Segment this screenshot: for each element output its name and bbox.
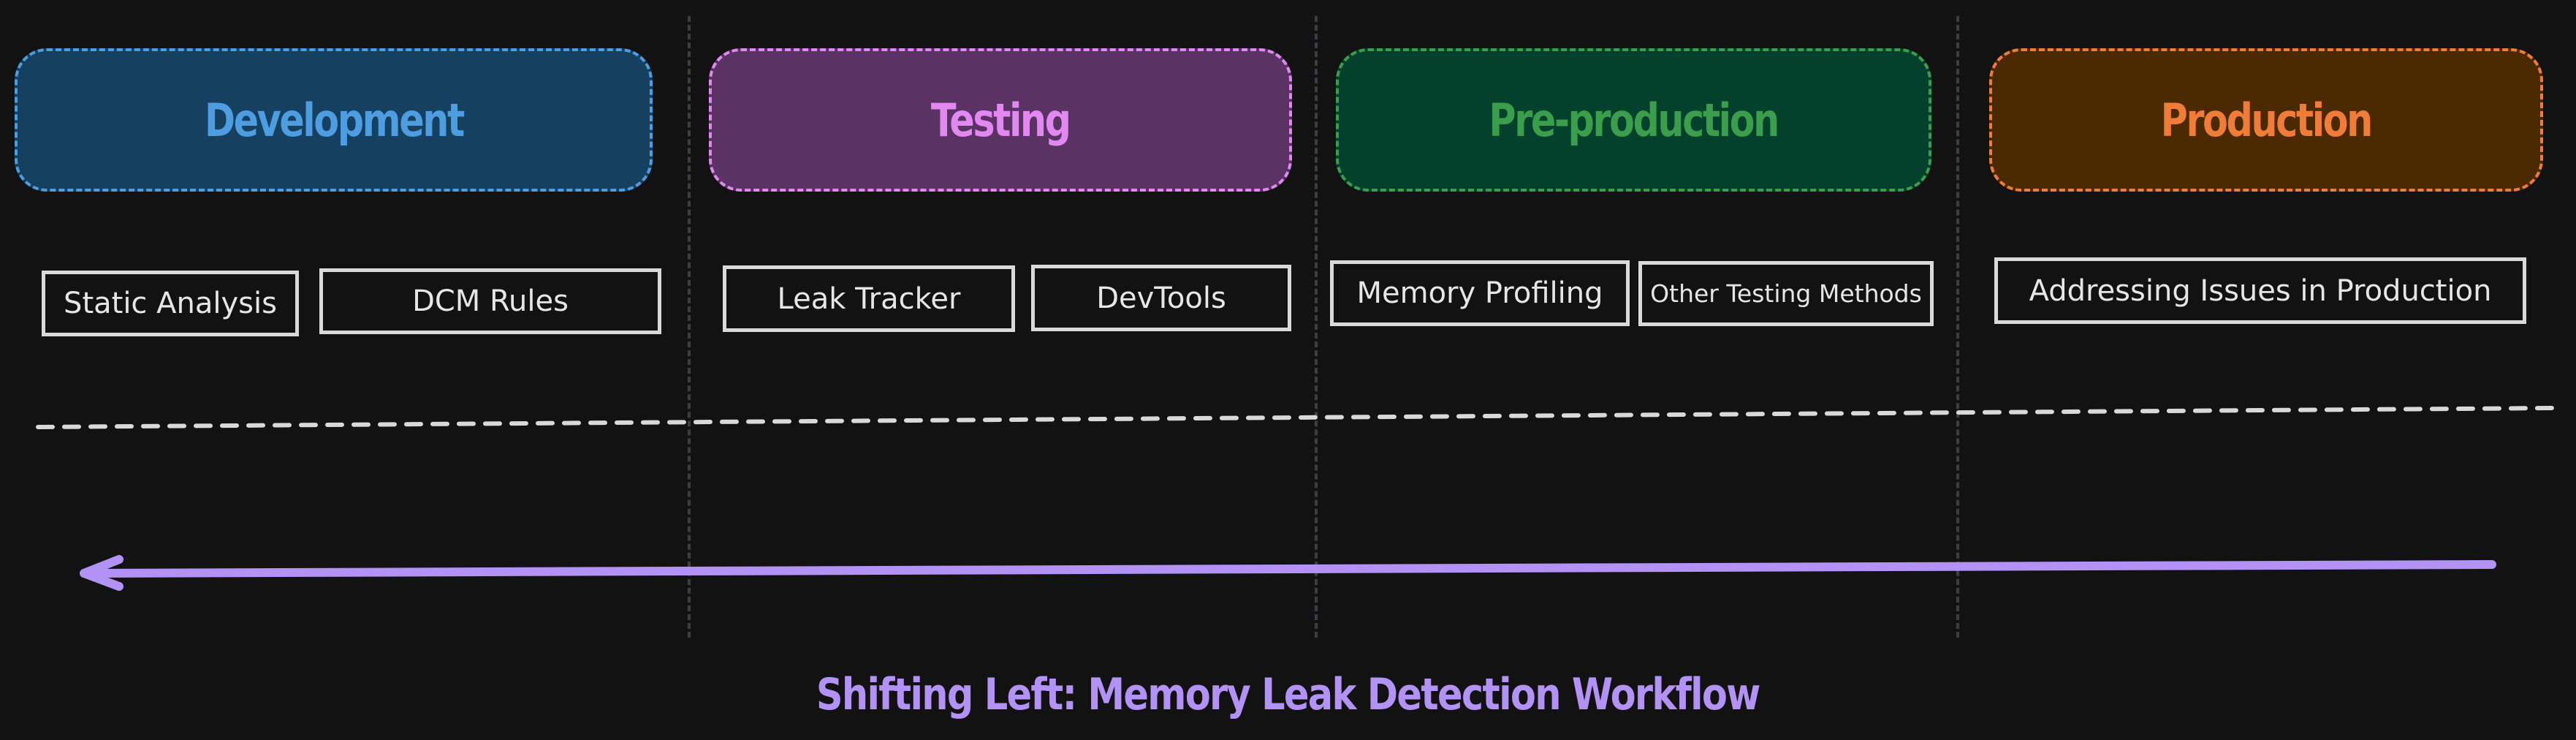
diagram-title-text: Shifting Left: Memory Leak Detection Wor… [816,669,1760,720]
dashed-flow-line [36,406,2556,429]
connectors-layer [36,406,2556,591]
shift-left-arrow [80,555,2496,591]
arrow-shaft [80,560,2496,578]
diagram-title: Shifting Left: Memory Leak Detection Wor… [0,669,2576,720]
